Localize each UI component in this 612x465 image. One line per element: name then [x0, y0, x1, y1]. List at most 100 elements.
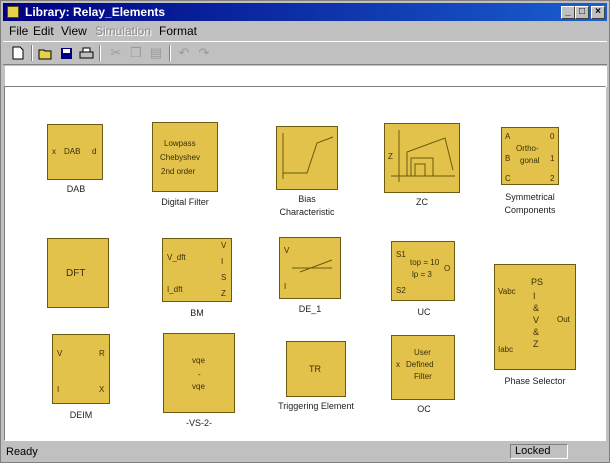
sym-out1: 1	[550, 154, 555, 163]
deim-in1: V	[57, 349, 63, 358]
block-dab-text: DAB	[64, 147, 81, 156]
label-bm: BM	[190, 308, 204, 318]
block-oc[interactable]: User Defined Filter x	[391, 335, 455, 400]
oc-in: x	[396, 360, 400, 369]
bm-out2: I	[221, 257, 224, 266]
block-dft[interactable]: DFT	[47, 238, 109, 308]
menu-format[interactable]: Format	[159, 24, 197, 38]
label-phase-selector: Phase Selector	[504, 376, 566, 386]
port-in: x	[52, 147, 56, 156]
block-digital-filter[interactable]: Lowpass Chebyshev 2nd order	[152, 122, 218, 192]
label-symmetrical: Symmetrical	[505, 192, 555, 202]
print-icon[interactable]	[77, 45, 95, 61]
toolbar-separator	[169, 45, 171, 61]
vs2-t2: vqe	[192, 382, 205, 391]
ps-t3: &	[533, 303, 540, 313]
sym-out2: 2	[550, 174, 555, 183]
cut-icon[interactable]: ✂	[107, 45, 125, 61]
vs2-t1: vqe	[192, 356, 205, 365]
block-deim[interactable]: V I R X	[52, 334, 110, 404]
label-zc: ZC	[416, 197, 428, 207]
ps-t4: V	[533, 315, 540, 325]
block-vs2[interactable]: vqe - vqe	[163, 333, 235, 413]
menu-bar: File Edit View Simulation Format	[3, 22, 607, 40]
menu-view[interactable]: View	[61, 24, 87, 38]
deim-out2: X	[99, 385, 105, 394]
block-triggering-element[interactable]: TR	[286, 341, 346, 397]
close-button[interactable]: ×	[591, 6, 605, 19]
block-symmetrical-components[interactable]: A B C Ortho- gonal 0 1 2	[501, 127, 559, 185]
block-uc[interactable]: S1 S2 top = 10 lp = 3 O	[391, 241, 455, 301]
copy-icon[interactable]: ❐	[127, 45, 145, 61]
label-oc: OC	[417, 404, 431, 414]
save-icon[interactable]	[57, 45, 75, 61]
canvas-top	[5, 66, 607, 87]
label-bias-2: Characteristic	[279, 207, 335, 217]
filter-line3: 2nd order	[161, 167, 196, 176]
label-de1: DE_1	[298, 304, 322, 314]
block-bias-characteristic[interactable]	[276, 126, 338, 190]
block-de1[interactable]: V I	[279, 237, 341, 299]
sym-text1: Ortho-	[516, 144, 539, 153]
ps-in2: Iabc	[498, 345, 514, 354]
label-dab: DAB	[66, 184, 86, 194]
block-zc[interactable]: Z	[384, 123, 460, 193]
status-ready: Ready	[6, 446, 38, 458]
de1-curve	[292, 259, 333, 273]
undo-icon[interactable]: ↶	[175, 45, 193, 61]
port-out: d	[92, 147, 97, 156]
deim-out1: R	[99, 349, 105, 358]
toolbar-separator	[31, 45, 33, 61]
minimize-button[interactable]: _	[561, 6, 575, 19]
ps-out: Out	[557, 315, 570, 324]
title-bar[interactable]: Library: Relay_Elements _ □ ×	[3, 3, 607, 21]
open-icon[interactable]	[37, 45, 55, 61]
block-bm[interactable]: V_dft I_dft V I S Z	[162, 238, 232, 302]
label-triggering-element: Triggering Element	[278, 401, 354, 411]
bm-out1: V	[221, 241, 227, 250]
toolbar: ✂ ❐ ▤ ↶ ↷	[3, 41, 607, 65]
block-dab[interactable]: x DAB d	[47, 124, 103, 180]
uc-out: O	[444, 264, 451, 273]
bm-in2: I_dft	[167, 285, 183, 294]
ps-in1: Vabc	[498, 287, 516, 296]
app-icon	[7, 6, 19, 18]
filter-line1: Lowpass	[164, 139, 196, 148]
oc-t3: Filter	[414, 372, 432, 381]
label-uc: UC	[417, 307, 431, 317]
new-icon[interactable]	[9, 45, 27, 61]
block-dft-text: DFT	[66, 268, 86, 279]
tr-text: TR	[309, 364, 321, 374]
label-components: Components	[504, 205, 556, 215]
label-deim: DEIM	[69, 410, 93, 420]
ps-t1: PS	[531, 277, 544, 287]
sym-pin-b: B	[505, 154, 511, 163]
sym-pin-a: A	[505, 132, 511, 141]
paste-icon[interactable]: ▤	[147, 45, 165, 61]
uc-in1: S1	[396, 250, 406, 259]
uc-in2: S2	[396, 286, 406, 295]
redo-icon[interactable]: ↷	[195, 45, 213, 61]
sym-pin-c: C	[505, 174, 511, 183]
maximize-button[interactable]: □	[575, 6, 589, 19]
ps-t6: Z	[533, 339, 539, 349]
uc-t2: lp = 3	[412, 270, 432, 279]
sym-out0: 0	[550, 132, 555, 141]
label-bias: Bias	[298, 194, 316, 204]
ps-t5: &	[533, 327, 540, 337]
bias-curve	[282, 133, 334, 179]
oc-t1: User	[414, 348, 431, 357]
bm-out3: S	[221, 273, 227, 282]
menu-file[interactable]: File	[9, 24, 28, 38]
menu-simulation[interactable]: Simulation	[95, 24, 151, 38]
bm-out4: Z	[221, 289, 226, 298]
toolbar-separator	[99, 45, 101, 61]
filter-line2: Chebyshev	[160, 153, 201, 162]
menu-edit[interactable]: Edit	[33, 24, 54, 38]
window-title: Library: Relay_Elements	[25, 5, 166, 19]
oc-t2: Defined	[406, 360, 434, 369]
bm-in1: V_dft	[167, 253, 186, 262]
status-locked: Locked	[510, 444, 568, 459]
block-phase-selector[interactable]: Vabc Iabc PS I & V & Z Out	[494, 264, 576, 370]
sym-text2: gonal	[520, 156, 540, 165]
